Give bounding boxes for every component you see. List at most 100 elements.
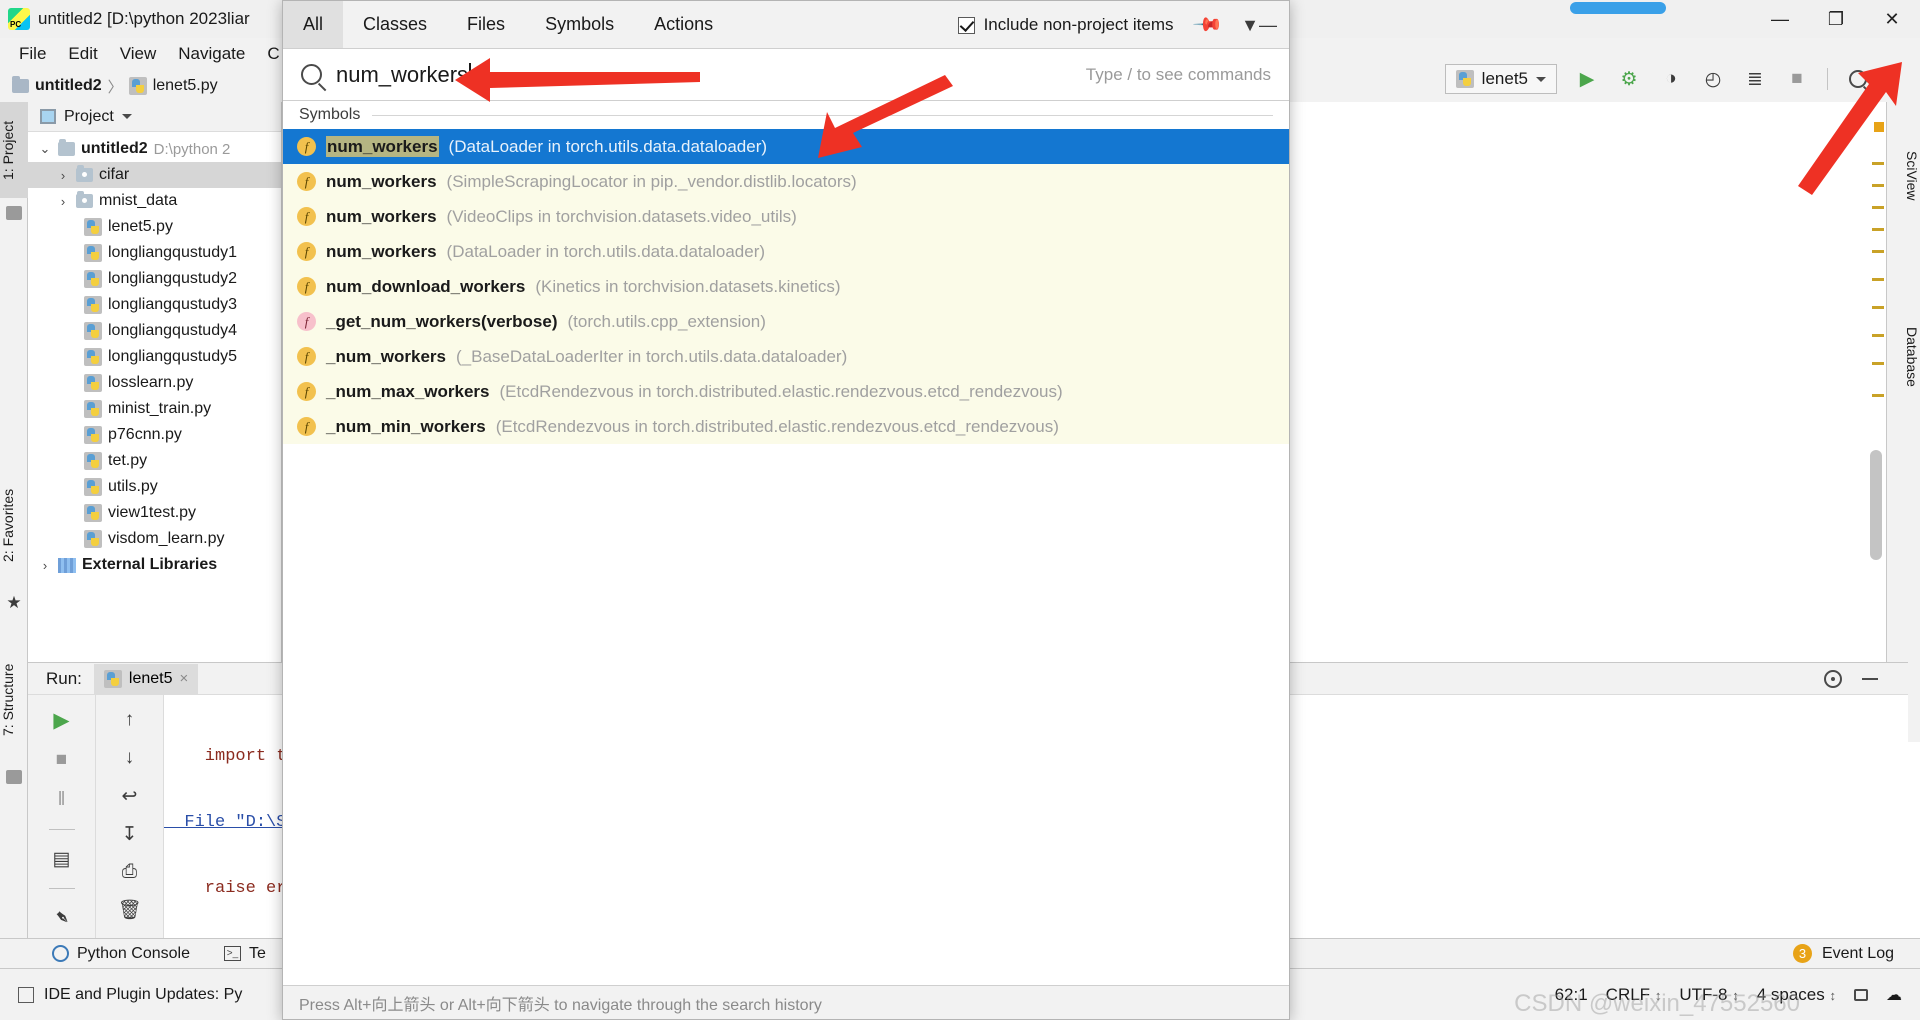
stripe-marker[interactable]	[1872, 184, 1884, 187]
search-result-row[interactable]: f num_workers (VideoClips in torchvision…	[283, 199, 1289, 234]
search-input[interactable]: num_workers	[336, 62, 471, 88]
filter-icon[interactable]: ▼—	[1241, 15, 1277, 36]
clear-all-button[interactable]: 🗑	[117, 899, 141, 921]
stop-button[interactable]: ■	[1785, 67, 1809, 91]
tree-row-external-libraries[interactable]: › External Libraries	[28, 552, 281, 578]
tab-all[interactable]: All	[283, 1, 344, 48]
search-result-row[interactable]: f num_workers (DataLoader in torch.utils…	[283, 234, 1289, 269]
warning-marker[interactable]	[1874, 122, 1884, 132]
search-everywhere-button[interactable]	[1846, 67, 1870, 91]
debug-button[interactable]: ⚙	[1617, 67, 1641, 91]
pin-tab-button[interactable]: ✒	[46, 902, 77, 933]
soft-wrap-button[interactable]: ↩	[119, 785, 141, 807]
tree-row-losslearn[interactable]: losslearn.py	[28, 370, 281, 396]
close-button[interactable]: ✕	[1864, 0, 1920, 38]
breadcrumb-project[interactable]: untitled2	[35, 77, 102, 95]
tree-row-longliangqustudy4[interactable]: longliangqustudy4	[28, 318, 281, 344]
tab-classes[interactable]: Classes	[343, 1, 447, 48]
search-result-row[interactable]: f num_download_workers (Kinetics in torc…	[283, 269, 1289, 304]
breadcrumb-file[interactable]: lenet5.py	[153, 77, 218, 95]
tab-symbols[interactable]: Symbols	[525, 1, 634, 48]
menu-file[interactable]: File	[8, 41, 57, 67]
chevron-right-icon[interactable]: ›	[38, 558, 52, 573]
sidebar-item-favorites[interactable]: 2: Favorites	[0, 462, 28, 588]
search-result-row[interactable]: f num_workers (DataLoader in torch.utils…	[283, 129, 1289, 164]
chevron-down-icon[interactable]	[1536, 76, 1546, 82]
stripe-marker[interactable]	[1872, 362, 1884, 365]
tree-row-longliangqustudy2[interactable]: longliangqustudy2	[28, 266, 281, 292]
up-stack-button[interactable]: ↑	[119, 709, 141, 731]
minimize-button[interactable]: —	[1752, 0, 1808, 38]
file-encoding[interactable]: UTF-8 ↕	[1679, 985, 1738, 1005]
tree-row-longliangqustudy3[interactable]: longliangqustudy3	[28, 292, 281, 318]
tab-actions[interactable]: Actions	[634, 1, 733, 48]
structure-icon[interactable]	[6, 770, 22, 784]
bottom-item-terminal[interactable]: >_ Te	[223, 945, 266, 963]
stripe-marker[interactable]	[1872, 394, 1884, 397]
tree-row-visdom-learn[interactable]: visdom_learn.py	[28, 526, 281, 552]
tree-row-p76cnn[interactable]: p76cnn.py	[28, 422, 281, 448]
sidebar-item-project[interactable]: 1: Project	[0, 102, 28, 198]
tree-row-tet[interactable]: tet.py	[28, 448, 281, 474]
gear-icon[interactable]	[1824, 669, 1842, 688]
scroll-to-end-button[interactable]: ↧	[119, 823, 141, 845]
search-result-row[interactable]: f _get_num_workers(verbose) (torch.utils…	[283, 304, 1289, 339]
menu-view[interactable]: View	[109, 41, 168, 67]
search-result-row[interactable]: f _num_max_workers (EtcdRendezvous in to…	[283, 374, 1289, 409]
tree-row-mnist-data[interactable]: › mnist_data	[28, 188, 281, 214]
line-separator[interactable]: CRLF ↕	[1606, 985, 1662, 1005]
stripe-marker[interactable]	[1872, 228, 1884, 231]
search-result-row[interactable]: f _num_workers (_BaseDataLoaderIter in t…	[283, 339, 1289, 374]
checkbox-icon[interactable]	[957, 16, 975, 34]
stripe-marker[interactable]	[1872, 162, 1884, 165]
search-result-row[interactable]: f num_workers (SimpleScrapingLocator in …	[283, 164, 1289, 199]
print-button[interactable]: ⎙	[119, 861, 141, 883]
close-icon[interactable]: ×	[180, 670, 189, 687]
chevron-right-icon[interactable]: ›	[56, 194, 70, 209]
tree-row-cifar[interactable]: › cifar	[28, 162, 281, 188]
editor-vertical-scrollbar[interactable]	[1870, 450, 1882, 560]
run-button[interactable]: ▶	[1575, 67, 1599, 91]
stripe-marker[interactable]	[1872, 278, 1884, 281]
run-configuration-selector[interactable]: lenet5	[1444, 64, 1557, 94]
chevron-down-icon[interactable]	[121, 114, 132, 119]
tree-row-root[interactable]: ⌄ untitled2 D:\python 2	[28, 136, 281, 162]
lock-icon[interactable]	[1854, 988, 1868, 1001]
stop-button[interactable]: ■	[51, 749, 73, 771]
tree-row-utils[interactable]: utils.py	[28, 474, 281, 500]
pin-icon[interactable]: 📌	[1190, 8, 1224, 42]
include-non-project-items-checkbox[interactable]: Include non-project items	[957, 15, 1174, 35]
rerun-button[interactable]: ▶	[51, 709, 73, 732]
down-stack-button[interactable]: ↓	[119, 747, 141, 769]
run-tab-lenet5[interactable]: lenet5 ×	[93, 663, 199, 694]
run-coverage-button[interactable]: ◑	[1659, 67, 1683, 91]
sidebar-item-structure[interactable]: 7: Structure	[0, 636, 28, 764]
sidebar-item-database[interactable]: Database	[1886, 292, 1920, 422]
stripe-marker[interactable]	[1872, 334, 1884, 337]
tree-row-longliangqustudy5[interactable]: longliangqustudy5	[28, 344, 281, 370]
tree-row-longliangqustudy1[interactable]: longliangqustudy1	[28, 240, 281, 266]
search-result-row[interactable]: f _num_min_workers (EtcdRendezvous in to…	[283, 409, 1289, 444]
stripe-marker[interactable]	[1872, 306, 1884, 309]
maximize-button[interactable]: ❐	[1808, 0, 1864, 38]
menu-navigate[interactable]: Navigate	[167, 41, 256, 67]
project-files-icon[interactable]	[6, 206, 22, 220]
tree-row-lenet5[interactable]: lenet5.py	[28, 214, 281, 240]
indent-setting[interactable]: 4 spaces ↕	[1757, 985, 1836, 1005]
chevron-right-icon[interactable]: ›	[56, 168, 70, 183]
tab-files[interactable]: Files	[447, 1, 525, 48]
tree-row-minist-train[interactable]: minist_train.py	[28, 396, 281, 422]
sidebar-item-sciview[interactable]: SciView	[1886, 116, 1920, 236]
profile-button[interactable]: ◴	[1701, 67, 1725, 91]
stripe-marker[interactable]	[1872, 206, 1884, 209]
show-output-button[interactable]: ▤	[51, 848, 73, 870]
search-results-list[interactable]: f num_workers (DataLoader in torch.utils…	[283, 129, 1289, 444]
search-everywhere-input-row[interactable]: num_workers Type / to see commands	[283, 49, 1289, 101]
run-with-console-button[interactable]: ≣	[1743, 67, 1767, 91]
chevron-down-icon[interactable]: ⌄	[38, 141, 52, 157]
pause-button[interactable]: ‖	[51, 789, 73, 811]
status-left[interactable]: IDE and Plugin Updates: Py	[18, 986, 242, 1004]
favorites-star-icon[interactable]: ★	[6, 594, 22, 611]
stripe-marker[interactable]	[1872, 250, 1884, 253]
minimize-icon[interactable]	[1862, 677, 1878, 680]
